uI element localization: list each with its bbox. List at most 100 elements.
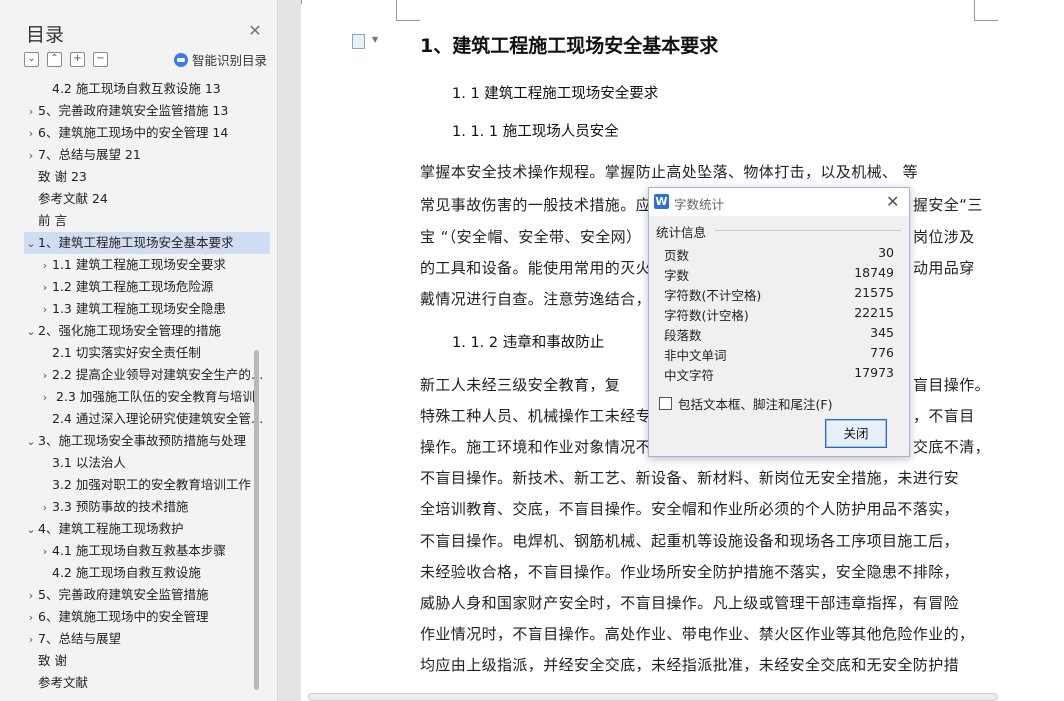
toc-item[interactable]: › 2.2 提高企业领导对建筑安全生产的认识 — [24, 364, 270, 386]
chevron-down-icon[interactable]: ⌄ — [24, 233, 38, 254]
toc-item[interactable]: ⌄ 1、建筑工程施工现场安全基本要求 — [24, 232, 270, 254]
stat-value: 30 — [878, 245, 894, 260]
text-line: 戴情况进行自查。注意劳逸结合， — [420, 290, 652, 308]
text-line: 均应由上级指派，并经安全交底，未经指派批准，未经安全交底和无安全防护措 — [420, 656, 960, 674]
chevron-right-icon[interactable]: › — [38, 255, 52, 276]
toc-item[interactable]: 前 言 — [24, 210, 270, 232]
toc-item-label: 1.1 建筑工程施工现场安全要求 — [52, 257, 226, 272]
stat-row: 页数 30 — [664, 245, 894, 265]
close-button[interactable]: 关闭 — [825, 419, 887, 448]
chevron-right-icon[interactable]: › — [24, 585, 38, 606]
toc-item-label: 1.2 建筑工程施工现场危险源 — [52, 279, 214, 294]
text-line: 常见事故伤害的一般技术措施。应 — [420, 196, 652, 214]
toc-item[interactable]: › 7、总结与展望 — [24, 628, 270, 650]
toc-item[interactable]: › 6、建筑施工现场中的安全管理 — [24, 606, 270, 628]
divider — [715, 230, 901, 231]
chevron-right-icon[interactable]: › — [24, 607, 38, 628]
toc-item[interactable]: 3.1 以法治人 — [24, 452, 270, 474]
toc-item[interactable]: 3.2 加强对职工的安全教育培训工作 — [24, 474, 270, 496]
toc-item[interactable]: 致 谢 — [24, 650, 270, 672]
text-line: 特殊工种人员、机械操作工未经专 — [420, 407, 652, 425]
ai-toc-button[interactable]: 智能识别目录 — [174, 50, 267, 69]
stat-row: 中文字符 17973 — [664, 365, 894, 385]
chevron-down-icon[interactable]: ⌄ — [24, 321, 38, 342]
toc-item[interactable]: 致 谢 23 — [24, 166, 270, 188]
toc-item-label: 4.2 施工现场自救互救设施 13 — [52, 81, 221, 96]
toc-item[interactable]: ⌄ 3、施工现场安全事故预防措施与处理 — [24, 430, 270, 452]
document-nav-icon[interactable] — [352, 34, 365, 49]
collapse-all-icon[interactable]: ⌄ — [24, 52, 39, 67]
expand-up-icon[interactable]: ⌃ — [47, 52, 62, 67]
toc-item[interactable]: › 6、建筑施工现场中的安全管理 14 — [24, 122, 270, 144]
stat-row: 段落数 345 — [664, 325, 894, 345]
chevron-down-icon[interactable]: ⌄ — [24, 431, 38, 452]
chevron-right-icon[interactable]: › — [24, 123, 38, 144]
text-fragment: ，不盲目 — [913, 407, 975, 425]
chevron-down-icon[interactable]: ▼ — [372, 35, 378, 44]
stat-label: 非中文单词 — [664, 348, 727, 363]
toc-item-label: 前 言 — [38, 213, 67, 228]
dialog-titlebar[interactable]: W 字数统计 ✕ — [649, 188, 909, 216]
toc-item[interactable]: › 3.3 预防事故的技术措施 — [24, 496, 270, 518]
toc-item[interactable]: › 4.1 施工现场自救互救基本步骤 — [24, 540, 270, 562]
text-line: 宝 “（安全帽、安全带、安全网） — [420, 228, 642, 246]
include-textbox-checkbox[interactable] — [659, 397, 672, 410]
crop-mark — [396, 20, 420, 21]
toc-item[interactable]: › 5、完善政府建筑安全监管措施 13 — [24, 100, 270, 122]
horizontal-scrollbar[interactable] — [308, 693, 998, 701]
toc-item[interactable]: › 1.2 建筑工程施工现场危险源 — [24, 276, 270, 298]
crop-mark — [974, 20, 998, 21]
stat-label: 段落数 — [664, 328, 702, 343]
stat-value: 21575 — [854, 285, 894, 300]
toc-item-label: 2.1 切实落实好安全责任制 — [52, 345, 201, 360]
toc-item[interactable]: › 1.3 建筑工程施工现场安全隐患 — [24, 298, 270, 320]
chevron-right-icon[interactable]: › — [24, 629, 38, 650]
chevron-right-icon[interactable]: › — [38, 541, 52, 562]
toc-item[interactable]: 参考文献 — [24, 672, 270, 694]
toc-item[interactable]: › 5、完善政府建筑安全监管措施 — [24, 584, 270, 606]
stat-value: 17973 — [854, 365, 894, 380]
toc-item-label: 3.3 预防事故的技术措施 — [52, 499, 189, 514]
toc-item[interactable]: 2.4 通过深入理论研究使建筑安全管理科学化 — [24, 408, 270, 430]
toc-item[interactable]: 4.2 施工现场自救互救设施 13 — [24, 78, 270, 100]
toc-item-label: 6、建筑施工现场中的安全管理 14 — [38, 125, 229, 140]
toc-item[interactable]: › 2.3 加强施工队伍的安全教育与培训 — [24, 386, 270, 408]
remove-heading-icon[interactable]: − — [93, 52, 108, 67]
toc-title: 目录 — [26, 24, 65, 46]
chevron-down-icon[interactable]: ⌄ — [24, 519, 38, 540]
toc-item-label: 3.1 以法治人 — [52, 455, 126, 470]
toc-item-label: 2.3 加强施工队伍的安全教育与培训 — [52, 389, 255, 404]
chevron-right-icon[interactable]: › — [38, 497, 52, 518]
heading-3: 1. 1. 1 施工现场人员安全 — [452, 124, 619, 140]
text-line: 掌握本安全技术操作规程。掌握防止高处坠落、物体打击，以及机械、 等 — [420, 163, 918, 181]
chevron-right-icon[interactable]: › — [24, 145, 38, 166]
toc-scrollbar[interactable] — [254, 350, 259, 690]
toc-item-label: 3、施工现场安全事故预防措施与处理 — [38, 433, 246, 448]
add-heading-icon[interactable]: + — [70, 52, 85, 67]
chevron-right-icon[interactable]: › — [24, 101, 38, 122]
chevron-right-icon[interactable]: › — [38, 365, 52, 386]
toc-item[interactable]: › 7、总结与展望 21 — [24, 144, 270, 166]
chevron-right-icon[interactable]: › — [38, 299, 52, 320]
toc-item[interactable]: ⌄ 2、强化施工现场安全管理的措施 — [24, 320, 270, 342]
close-icon[interactable]: ✕ — [886, 192, 899, 211]
toc-item[interactable]: ⌄ 4、建筑工程施工现场救护 — [24, 518, 270, 540]
toc-item-label: 2.2 提高企业领导对建筑安全生产的认识 — [52, 367, 270, 382]
text-line: 未经验收合格，不盲目操作。作业场所安全防护措施不落实，安全隐患不排除， — [420, 563, 960, 581]
include-textbox-option[interactable]: 包括文本框、脚注和尾注(F) — [659, 394, 832, 413]
stat-row: 非中文单词 776 — [664, 345, 894, 365]
toc-item[interactable]: 2.1 切实落实好安全责任制 — [24, 342, 270, 364]
toc-item[interactable]: › 1.1 建筑工程施工现场安全要求 — [24, 254, 270, 276]
toc-item[interactable]: 4.2 施工现场自救互救设施 — [24, 562, 270, 584]
text-line: 不盲目操作。新技术、新工艺、新设备、新材料、新岗位无安全措施，未进行安 — [420, 469, 960, 487]
toc-item[interactable]: 参考文献 24 — [24, 188, 270, 210]
heading-3: 1. 1. 2 违章和事故防止 — [452, 335, 605, 351]
chevron-right-icon[interactable]: › — [38, 387, 52, 408]
include-textbox-label: 包括文本框、脚注和尾注(F) — [678, 397, 833, 412]
heading-1: 1、建筑工程施工现场安全基本要求 — [420, 35, 719, 57]
chevron-right-icon[interactable]: › — [38, 277, 52, 298]
toc-close-icon[interactable]: ✕ — [246, 22, 264, 40]
text-fragment: 盲目操作。 — [913, 376, 991, 394]
crop-mark — [301, 0, 302, 4]
toc-item-label: 参考文献 24 — [38, 191, 108, 206]
